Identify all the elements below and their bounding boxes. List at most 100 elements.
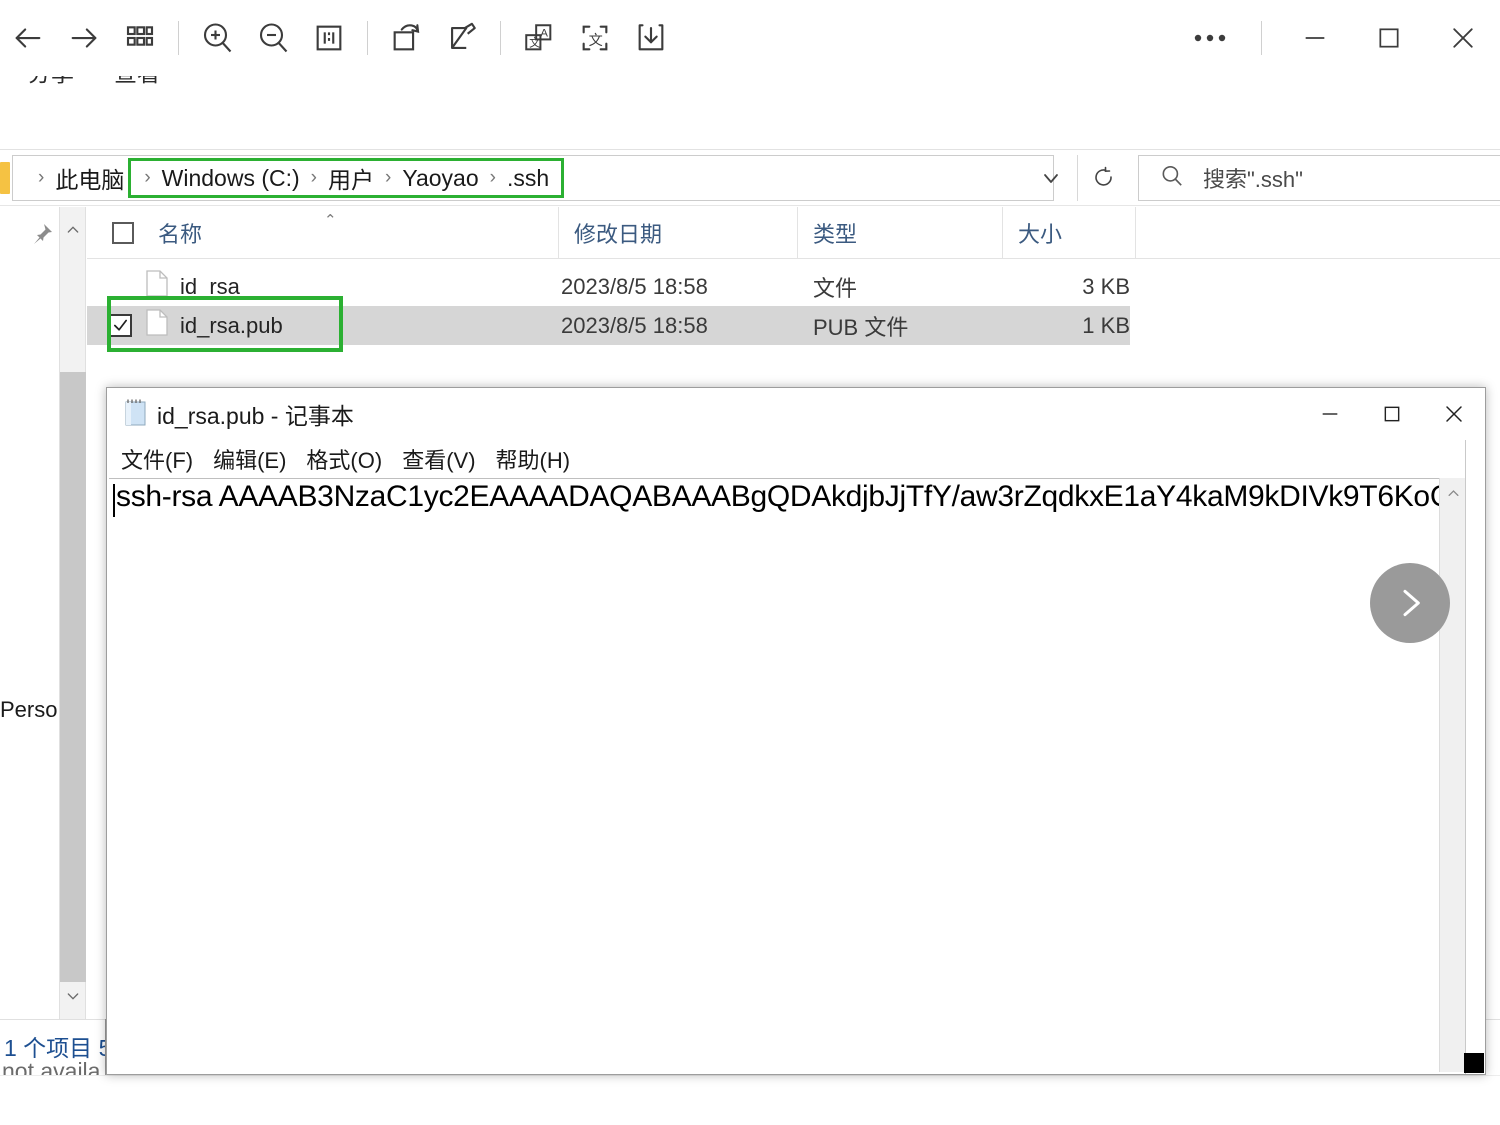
notepad-minimize-button[interactable] <box>1299 388 1361 440</box>
column-header-type-label: 类型 <box>813 221 858 247</box>
notepad-title: id_rsa.pub - 记事本 <box>157 403 354 429</box>
back-arrow-icon[interactable] <box>0 10 56 66</box>
notepad-menu-bar: 文件(F) 编辑(E) 格式(O) 查看(V) 帮助(H) <box>107 440 1485 478</box>
navigation-pane: Perso (C:) <box>0 207 60 1019</box>
menu-item-format[interactable]: 格式(O) <box>306 443 382 475</box>
search-icon <box>1159 163 1185 194</box>
search-input[interactable]: 搜索".ssh" <box>1138 155 1500 201</box>
maximize-button[interactable] <box>1352 10 1426 66</box>
file-icon <box>146 309 168 342</box>
breadcrumb-item-yaoyao[interactable]: Yaoyao <box>400 165 480 192</box>
folder-icon-clipped <box>0 162 10 194</box>
image-viewer-window: A文 文 分享 查看 › 此电脑 <box>0 0 1500 1125</box>
file-name-cell[interactable]: id_rsa.pub <box>87 309 559 342</box>
close-button[interactable] <box>1426 10 1500 66</box>
pin-icon[interactable] <box>30 222 54 251</box>
menu-item-help[interactable]: 帮助(H) <box>496 443 571 475</box>
file-name-label: id_rsa <box>180 273 240 299</box>
explorer-ribbon-tabs: 分享 查看 <box>0 76 1500 150</box>
notepad-window: id_rsa.pub - 记事本 文件(F) 编辑(E) 格式(O) 查看(V)… <box>106 387 1486 1075</box>
sort-ascending-icon: ⌃ <box>324 212 337 229</box>
file-list-header: 名称 修改日期 类型 大小 <box>87 206 1500 259</box>
breadcrumb: › 此电脑 › Windows (C:) › 用户 › Yaoyao › .ss… <box>29 158 565 198</box>
file-date-cell: 2023/8/5 18:58 <box>561 273 708 299</box>
file-type-cell: PUB 文件 <box>813 314 909 340</box>
download-icon[interactable] <box>623 10 679 66</box>
column-header-size[interactable]: 大小 <box>1003 206 1136 259</box>
toolbar-divider <box>178 20 179 55</box>
next-image-button[interactable] <box>1370 563 1450 643</box>
navigation-pane-scrollbar[interactable] <box>60 207 86 1019</box>
breadcrumb-item-this-pc[interactable]: 此电脑 <box>53 161 126 195</box>
breadcrumb-item-ssh[interactable]: .ssh <box>505 165 551 192</box>
zoom-in-icon[interactable] <box>189 10 245 66</box>
table-row[interactable]: id_rsa.pub 2023/8/5 18:58 PUB 文件 1 KB <box>87 306 1130 345</box>
sidebar-item-personal[interactable]: Perso <box>0 697 57 723</box>
edit-icon[interactable] <box>434 10 490 66</box>
column-header-size-label: 大小 <box>1018 221 1063 247</box>
chevron-up-icon[interactable] <box>1440 480 1466 506</box>
notepad-maximize-button[interactable] <box>1361 388 1423 440</box>
file-size-cell: 3 KB <box>1082 273 1130 299</box>
toolbar-divider <box>367 20 368 55</box>
notepad-text-area[interactable]: ssh-rsa AAAAB3NzaC1yc2EAAAADAQABAAABgQDA… <box>109 478 1449 1072</box>
translate-icon[interactable]: A文 <box>511 10 567 66</box>
file-name-cell[interactable]: id_rsa <box>87 270 559 303</box>
more-options-button[interactable] <box>1175 10 1245 66</box>
file-type-cell: 文件 <box>813 275 858 301</box>
column-header-name-label: 名称 <box>158 221 203 247</box>
chevron-up-icon[interactable] <box>60 217 86 243</box>
breadcrumb-highlight-box: › Windows (C:) › 用户 › Yaoyao › .ssh <box>128 158 565 198</box>
breadcrumb-separator: › <box>144 167 151 188</box>
rotate-icon[interactable] <box>378 10 434 66</box>
ocr-scan-icon[interactable]: 文 <box>567 10 623 66</box>
breadcrumb-separator: › <box>310 167 317 188</box>
svg-text:文: 文 <box>529 35 540 49</box>
chevron-down-icon[interactable] <box>60 983 86 1009</box>
minimize-button[interactable] <box>1278 10 1352 66</box>
menu-item-file[interactable]: 文件(F) <box>121 443 193 475</box>
resize-corner[interactable] <box>1464 1053 1484 1073</box>
forward-arrow-icon[interactable] <box>56 10 112 66</box>
row-checkbox[interactable] <box>109 314 132 337</box>
grid-thumbnails-icon[interactable] <box>112 10 168 66</box>
menu-item-edit[interactable]: 编辑(E) <box>213 443 286 475</box>
breadcrumb-item-windows-c[interactable]: Windows (C:) <box>160 165 302 192</box>
viewer-toolbar: A文 文 <box>0 0 1500 76</box>
ribbon-tab-view[interactable]: 查看 <box>114 76 160 88</box>
breadcrumb-separator: › <box>38 167 45 188</box>
notepad-content: ssh-rsa AAAAB3NzaC1yc2EAAAADAQABAAABgQDA… <box>116 480 1449 513</box>
actual-size-icon[interactable] <box>301 10 357 66</box>
notepad-close-button[interactable] <box>1423 388 1485 440</box>
notepad-window-controls <box>1299 388 1485 440</box>
svg-text:A: A <box>540 27 548 39</box>
ribbon-tab-share[interactable]: 分享 <box>28 76 74 88</box>
notepad-title-bar[interactable]: id_rsa.pub - 记事本 <box>107 388 1485 440</box>
breadcrumb-item-users[interactable]: 用户 <box>326 161 376 195</box>
refresh-icon[interactable] <box>1077 155 1129 201</box>
window-bottom-strip <box>0 1075 1500 1125</box>
breadcrumb-separator: › <box>385 167 392 188</box>
file-date-cell: 2023/8/5 18:58 <box>561 312 708 338</box>
notepad-icon <box>123 398 149 431</box>
scrollbar-thumb[interactable] <box>60 372 86 982</box>
table-row[interactable]: id_rsa 2023/8/5 18:58 文件 3 KB <box>87 267 1130 306</box>
toolbar-divider <box>500 20 501 55</box>
select-all-checkbox[interactable] <box>112 221 134 244</box>
chevron-down-icon[interactable] <box>1028 155 1074 201</box>
status-ghost-text: not availa <box>2 1058 101 1075</box>
breadcrumb-separator: › <box>489 167 496 188</box>
menu-item-view[interactable]: 查看(V) <box>402 443 475 475</box>
text-caret <box>113 484 115 517</box>
column-header-date[interactable]: 修改日期 <box>559 206 798 259</box>
notepad-vertical-scrollbar[interactable] <box>1439 478 1465 1072</box>
column-header-type[interactable]: 类型 <box>798 206 1003 259</box>
address-bar[interactable]: › 此电脑 › Windows (C:) › 用户 › Yaoyao › .ss… <box>12 155 1054 201</box>
svg-text:文: 文 <box>589 33 603 49</box>
zoom-out-icon[interactable] <box>245 10 301 66</box>
file-size-cell: 1 KB <box>1082 312 1130 338</box>
file-name-label: id_rsa.pub <box>180 312 283 338</box>
column-header-date-label: 修改日期 <box>574 221 663 247</box>
notepad-right-gutter <box>1465 440 1485 1074</box>
column-header-name[interactable]: 名称 <box>87 206 559 259</box>
